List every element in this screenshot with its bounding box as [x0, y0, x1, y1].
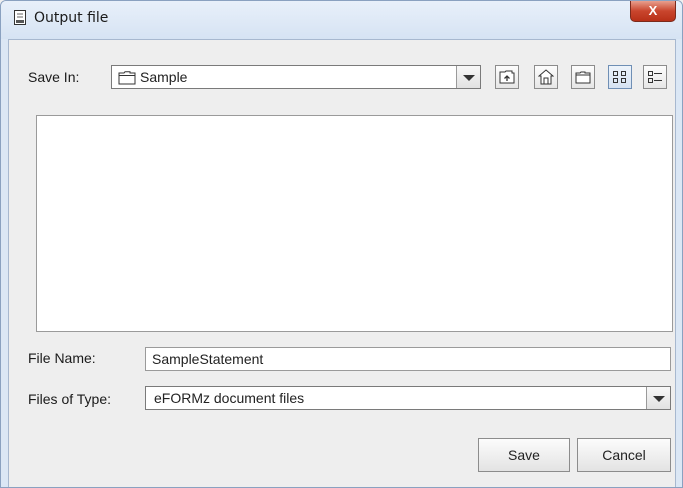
- home-button[interactable]: [534, 65, 558, 89]
- save-in-combo[interactable]: Sample: [111, 65, 481, 89]
- up-one-level-button[interactable]: [495, 65, 519, 89]
- file-name-label: File Name:: [28, 350, 96, 366]
- folder-icon: [118, 71, 136, 85]
- dialog-body: Save In: Sample File Name: SampleStateme…: [8, 39, 676, 487]
- list-view-button[interactable]: [608, 65, 632, 89]
- save-in-value: Sample: [140, 69, 188, 85]
- files-of-type-value: eFORMz document files: [154, 390, 305, 406]
- cancel-button[interactable]: Cancel: [577, 438, 671, 472]
- file-list[interactable]: [36, 115, 673, 332]
- home-icon: [538, 69, 554, 85]
- document-icon: [14, 10, 26, 25]
- up-folder-icon: [499, 70, 515, 84]
- new-folder-icon: [575, 71, 591, 84]
- new-folder-button[interactable]: [571, 65, 595, 89]
- details-view-icon: [648, 71, 662, 83]
- files-of-type-label: Files of Type:: [28, 391, 112, 407]
- save-in-label: Save In:: [28, 69, 80, 85]
- title-bar[interactable]: Output file X: [1, 1, 682, 39]
- chevron-down-icon[interactable]: [456, 66, 480, 88]
- window-title: Output file: [34, 10, 109, 26]
- file-name-input[interactable]: SampleStatement: [145, 347, 671, 371]
- files-of-type-combo[interactable]: eFORMz document files: [145, 386, 671, 410]
- file-name-value: SampleStatement: [152, 351, 264, 367]
- output-file-dialog: Output file X Save In: Sample File Name:…: [0, 0, 683, 488]
- chevron-down-icon[interactable]: [646, 387, 670, 409]
- close-button[interactable]: X: [630, 1, 676, 22]
- list-view-icon: [613, 71, 626, 83]
- details-view-button[interactable]: [643, 65, 667, 89]
- save-button[interactable]: Save: [478, 438, 570, 472]
